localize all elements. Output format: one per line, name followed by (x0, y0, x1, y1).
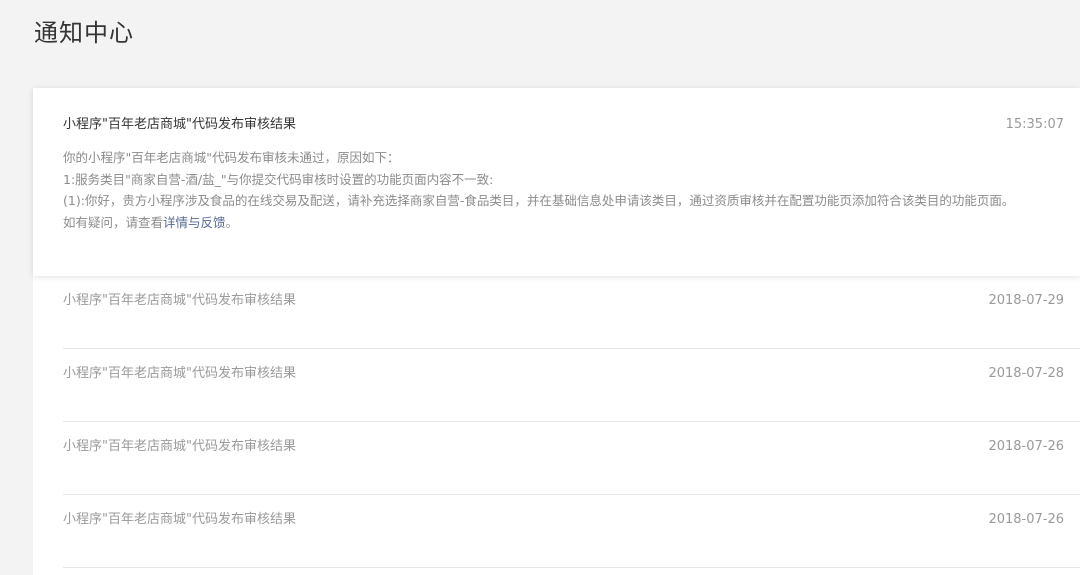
notification-item[interactable]: 小程序"百年老店商城"代码发布审核结果 2018-07-26 (63, 495, 1080, 568)
notification-item-expanded[interactable]: 小程序"百年老店商城"代码发布审核结果 15:35:07 你的小程序"百年老店商… (33, 88, 1080, 276)
notification-time: 15:35:07 (1005, 117, 1064, 132)
notification-date: 2018-07-26 (988, 439, 1064, 454)
page-title: 通知中心 (34, 19, 134, 47)
notification-date: 2018-07-28 (988, 366, 1064, 381)
notification-title: 小程序"百年老店商城"代码发布审核结果 (63, 293, 296, 308)
help-line: 如有疑问，请查看详情与反馈。 (63, 212, 1059, 234)
notification-item[interactable]: 小程序"百年老店商城"代码发布审核结果 2018-07-26 (63, 422, 1080, 495)
notification-title: 小程序"百年老店商城"代码发布审核结果 (63, 512, 296, 527)
notification-date: 2018-07-29 (988, 293, 1064, 308)
notification-title: 小程序"百年老店商城"代码发布审核结果 (63, 439, 296, 454)
notification-body-line: (1):你好，贵方小程序涉及食品的在线交易及配送，请补充选择商家自营-食品类目，… (63, 193, 1015, 208)
notification-body: 你的小程序"百年老店商城"代码发布审核未通过，原因如下： 1:服务类目"商家自营… (63, 147, 1059, 233)
notification-body-line: 1:服务类目"商家自营-酒/盐_"与你提交代码审核时设置的功能页面内容不一致: (63, 171, 494, 187)
help-prefix: 如有疑问，请查看 (63, 214, 164, 230)
notification-item[interactable]: 小程序"百年老店商城"代码发布审核结果 2018-07-29 (63, 276, 1080, 349)
notification-item[interactable]: 小程序"百年老店商城"代码发布审核结果 2018-07-28 (63, 349, 1080, 422)
notification-date: 2018-07-26 (988, 512, 1064, 527)
notification-title: 小程序"百年老店商城"代码发布审核结果 (63, 366, 296, 381)
notification-title: 小程序"百年老店商城"代码发布审核结果 (63, 117, 296, 132)
help-suffix: 。 (225, 214, 239, 230)
details-feedback-link[interactable]: 详情与反馈 (163, 215, 226, 230)
notification-body-line: 你的小程序"百年老店商城"代码发布审核未通过，原因如下： (63, 150, 400, 165)
notification-list: 小程序"百年老店商城"代码发布审核结果 15:35:07 你的小程序"百年老店商… (33, 88, 1080, 575)
